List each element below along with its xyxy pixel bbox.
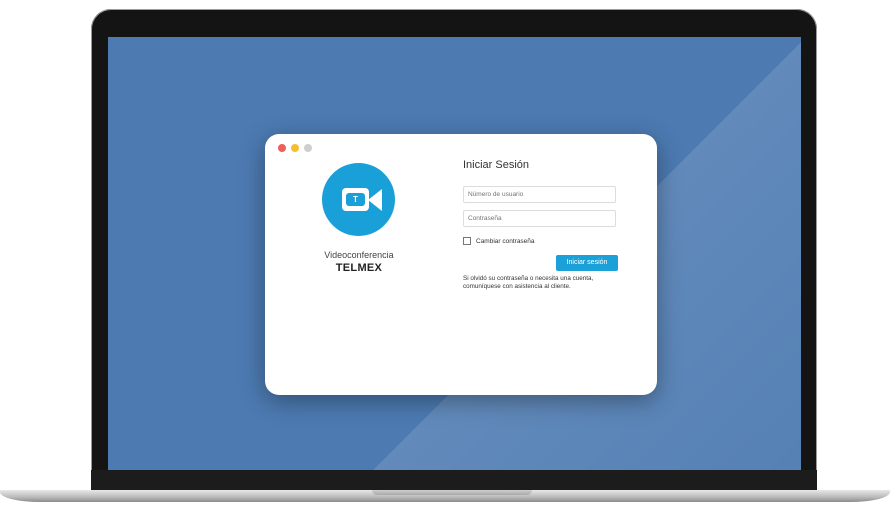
camera-lens-icon <box>368 189 382 211</box>
brand-subtitle: Videoconferencia <box>324 250 394 260</box>
zoom-window-button[interactable] <box>304 144 312 152</box>
help-text: Si olvidó su contraseña o necesita una c… <box>463 275 623 290</box>
login-title: Iniciar Sesión <box>463 159 530 171</box>
login-window: T Videoconferencia TELMEX Iniciar Sesión… <box>265 134 657 395</box>
change-password-row[interactable]: Cambiar contraseña <box>463 237 535 245</box>
password-input[interactable] <box>463 210 616 227</box>
help-text-line-2: comuníquese con asistencia al cliente. <box>463 282 571 290</box>
change-password-checkbox[interactable] <box>463 237 471 245</box>
videoconferencia-logo: T <box>322 163 395 236</box>
close-window-button[interactable] <box>278 144 286 152</box>
username-input[interactable] <box>463 186 616 203</box>
minimize-window-button[interactable] <box>291 144 299 152</box>
laptop-notch <box>372 490 532 495</box>
telmex-mark-icon: T <box>346 193 365 206</box>
laptop-chin <box>91 470 817 492</box>
change-password-label: Cambiar contraseña <box>476 237 535 245</box>
brand-name: TELMEX <box>335 262 383 274</box>
help-text-line-1: Si olvidó su contraseña o necesita una c… <box>463 275 594 282</box>
login-button[interactable]: Iniciar sesión <box>556 255 618 271</box>
window-controls <box>278 144 312 152</box>
